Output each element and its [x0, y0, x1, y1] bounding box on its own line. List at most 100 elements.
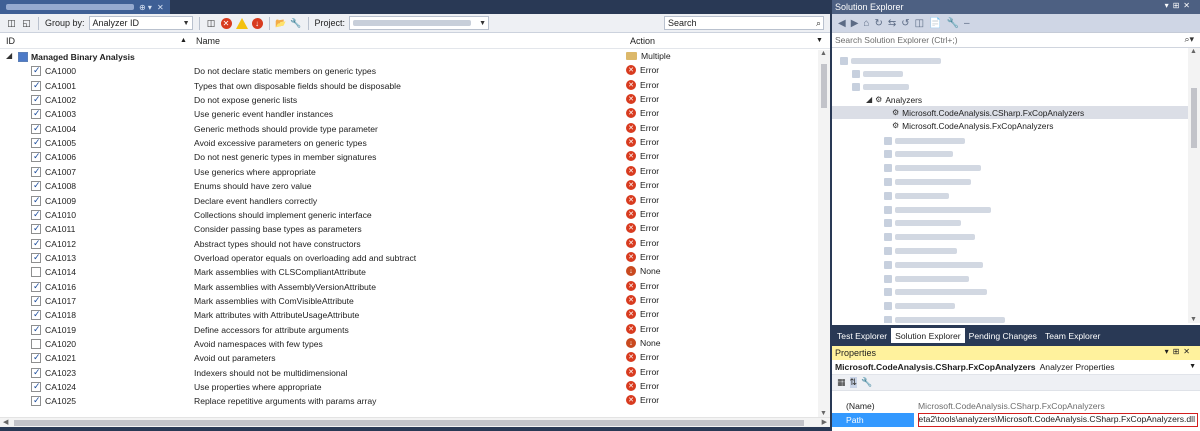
property-row[interactable]: (Name) Microsoft.CodeAnalysis.CSharp.FxC… [832, 399, 1200, 413]
pin-icon[interactable]: – [964, 18, 970, 29]
rule-action[interactable]: ✕ Error [626, 208, 659, 219]
rules-horizontal-scrollbar[interactable]: ◀ ▶ [0, 417, 830, 427]
rule-action[interactable]: ✕ Error [626, 323, 659, 334]
document-tab-pin[interactable]: ⊕ ▾ [139, 3, 152, 12]
rule-checkbox[interactable] [31, 65, 41, 77]
rule-row[interactable]: CA1025 Replace repetitive arguments with … [0, 394, 818, 408]
rule-checkbox[interactable] [31, 252, 41, 263]
rule-row[interactable]: CA1002 Do not expose generic lists ✕Error [0, 93, 818, 107]
rule-checkbox[interactable] [31, 309, 41, 321]
rule-action[interactable]: ✕ Error [626, 65, 659, 76]
error-filter-icon[interactable]: ✕ [220, 17, 232, 29]
tree-node-redacted[interactable] [852, 67, 903, 80]
rule-checkbox[interactable] [31, 180, 41, 192]
rule-row[interactable]: CA1001 Types that own disposable fields s… [0, 79, 818, 93]
rule-checkbox[interactable] [31, 166, 41, 177]
tree-node-redacted[interactable] [884, 244, 957, 257]
group-action[interactable]: Multiple [626, 51, 671, 61]
tree-node-redacted[interactable] [884, 231, 975, 244]
rule-action[interactable]: ✕ Error [626, 180, 659, 191]
tree-node-redacted[interactable] [884, 148, 953, 161]
rule-row[interactable]: CA1010 Collections should implement gener… [0, 208, 818, 222]
tree-node-redacted[interactable] [884, 258, 983, 271]
forward-icon[interactable]: ▶ [851, 18, 859, 29]
categorized-icon[interactable]: ▦ [837, 377, 846, 388]
tree-node-redacted[interactable] [884, 203, 991, 216]
rule-checkbox[interactable] [31, 94, 41, 106]
solution-explorer-scrollbar[interactable]: ▲ ▼ [1188, 48, 1200, 323]
panel-window-controls[interactable]: ▾⊞✕ [1165, 347, 1194, 356]
scroll-up-icon[interactable]: ▲ [1190, 48, 1197, 55]
rule-checkbox[interactable] [31, 281, 41, 292]
column-header-action[interactable]: Action [630, 36, 655, 46]
chevron-down-icon[interactable]: ▼ [816, 37, 823, 44]
rule-action[interactable]: ✕ Error [626, 366, 659, 377]
rule-action[interactable]: ✕ Error [626, 309, 659, 320]
group-checkbox[interactable] [18, 52, 28, 62]
scrollbar-thumb[interactable] [14, 420, 804, 426]
rule-action[interactable]: ✕ Error [626, 137, 659, 148]
search-icon[interactable]: ⌕ [816, 17, 821, 29]
rule-checkbox[interactable] [31, 123, 41, 134]
rule-action[interactable]: ✕ Error [626, 94, 659, 105]
rule-action[interactable]: ✕ Error [626, 151, 659, 162]
tab-team-explorer[interactable]: Team Explorer [1041, 328, 1104, 343]
rules-vertical-scrollbar[interactable]: ▲ ▼ [818, 50, 830, 417]
warning-filter-icon[interactable] [235, 17, 248, 29]
collapse-all-icon[interactable]: ◱ [21, 18, 32, 29]
tree-node-redacted[interactable] [884, 272, 969, 285]
document-tab[interactable]: ⊕ ▾ ✕ [0, 0, 170, 14]
rule-action[interactable]: ✕ Error [626, 223, 659, 234]
rule-checkbox[interactable] [31, 108, 41, 120]
rule-checkbox[interactable] [31, 367, 41, 378]
tree-node-redacted[interactable] [884, 286, 987, 299]
column-header-id[interactable]: ID [6, 36, 15, 46]
rule-action[interactable]: ✕ Error [626, 194, 659, 205]
tree-node-analyzers[interactable]: ◢ ⚙ Analyzers [866, 93, 922, 106]
expanded-arrow-icon[interactable]: ◢ [866, 95, 872, 104]
tab-solution-explorer[interactable]: Solution Explorer [891, 328, 965, 343]
scroll-down-icon[interactable]: ▼ [820, 410, 827, 417]
rule-action[interactable]: ✕ Error [626, 165, 659, 176]
rule-row[interactable]: CA1017 Mark assemblies with ComVisibleAtt… [0, 294, 818, 308]
show-all-files-icon[interactable]: 📄 [929, 18, 941, 29]
sync-icon[interactable]: ⇆ [888, 18, 896, 29]
property-row-selected[interactable]: Path beta2\tools\analyzers\Microsoft.Cod… [832, 413, 1200, 427]
rule-checkbox[interactable] [31, 395, 41, 407]
tree-node-redacted[interactable] [884, 313, 1005, 323]
rule-row[interactable]: CA1003 Use generic event handler instance… [0, 107, 818, 121]
search-icon[interactable]: ⌕▾ [1184, 34, 1194, 45]
rule-action[interactable]: ✕ Error [626, 237, 659, 248]
scrollbar-thumb[interactable] [1191, 88, 1197, 148]
rule-checkbox[interactable] [31, 223, 41, 235]
alphabetical-icon[interactable]: ⇅ [849, 377, 858, 388]
rule-checkbox[interactable] [31, 339, 41, 349]
rule-row[interactable]: CA1009 Declare event handlers correctly ✕E… [0, 194, 818, 208]
rule-action[interactable]: ✕ Error [626, 280, 659, 291]
rule-row[interactable]: CA1007 Use generics where appropriate ✕Err… [0, 165, 818, 179]
rule-action[interactable]: ✕ Error [626, 122, 659, 133]
rule-action[interactable]: ✕ Error [626, 381, 659, 392]
document-tab-close-button[interactable]: ✕ [157, 3, 164, 12]
rule-checkbox[interactable] [31, 267, 41, 278]
rule-action[interactable]: ✕ Error [626, 251, 659, 262]
rule-row[interactable]: CA1019 Define accessors for attribute arg… [0, 323, 818, 337]
rule-action[interactable]: ✕ Error [626, 294, 659, 305]
tree-node-redacted[interactable] [852, 80, 909, 93]
rule-action[interactable]: ↓ None [626, 338, 661, 348]
rule-checkbox[interactable] [31, 195, 41, 206]
solution-explorer-search-input[interactable]: Search Solution Explorer (Ctrl+;) ⌕▾ [832, 33, 1200, 48]
rule-row[interactable]: CA1016 Mark assemblies with AssemblyVersi… [0, 280, 818, 294]
rule-checkbox[interactable] [31, 238, 41, 249]
home-icon[interactable]: ⌂ [863, 18, 869, 29]
rule-row[interactable]: CA1013 Overload operator equals on overlo… [0, 251, 818, 265]
wrench-icon[interactable]: 🔧 [290, 18, 301, 29]
expand-all-icon[interactable]: ◫ [6, 18, 17, 29]
tree-node-redacted[interactable] [884, 217, 961, 230]
history-icon[interactable]: ↻ [874, 18, 882, 29]
rule-action[interactable]: ✕ Error [626, 395, 659, 406]
ruleset-search-input[interactable]: Search ⌕ [664, 16, 824, 30]
rule-checkbox[interactable] [31, 151, 41, 163]
collapse-icon[interactable]: ◢ [6, 51, 12, 60]
property-value-highlighted[interactable]: beta2\tools\analyzers\Microsoft.CodeAnal… [918, 413, 1198, 427]
